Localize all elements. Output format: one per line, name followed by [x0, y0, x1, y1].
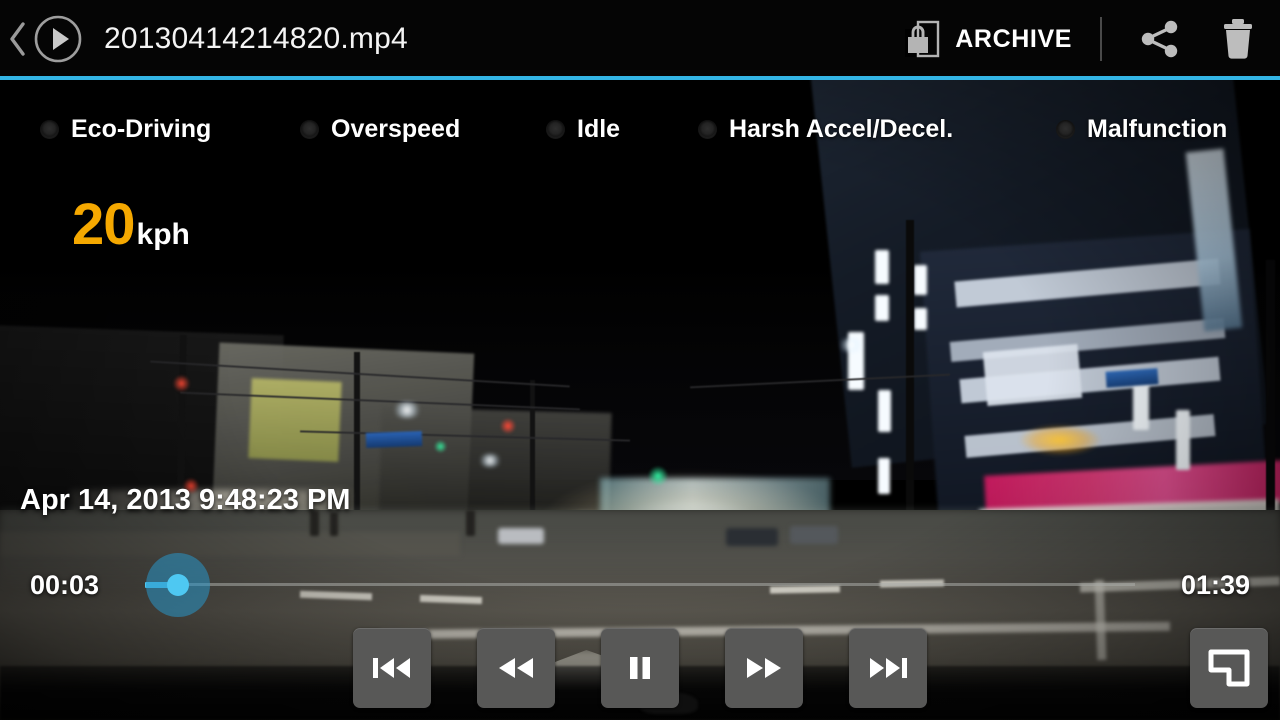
street-lamp [838, 338, 864, 352]
indicator-label: Malfunction [1087, 114, 1228, 143]
file-title: 20130414214820.mp4 [104, 22, 408, 55]
indicator-harsh-accel-decel[interactable]: Harsh Accel/Decel. [698, 108, 953, 150]
fast-forward-icon [747, 658, 781, 678]
rewind-button[interactable] [477, 628, 555, 708]
curb [0, 532, 460, 556]
parked-car [498, 528, 544, 544]
driving-status-indicators: Eco-Driving Overspeed Idle Harsh Accel/D… [0, 108, 1280, 150]
indicator-label: Harsh Accel/Decel. [729, 114, 954, 143]
billboard [248, 378, 342, 462]
share-icon [1141, 20, 1178, 58]
indicator-overspeed[interactable]: Overspeed [300, 108, 460, 150]
parked-car [790, 526, 838, 544]
window-light [878, 390, 891, 432]
skip-next-icon [870, 658, 907, 678]
fast-forward-button[interactable] [725, 628, 803, 708]
indicator-idle[interactable]: Idle [546, 108, 620, 150]
pause-icon [630, 657, 650, 679]
archive-button[interactable]: ARCHIVE [897, 0, 1076, 78]
led-icon [546, 119, 565, 139]
neon-logo-glow [1020, 425, 1100, 455]
toolbar-divider [1100, 17, 1102, 61]
trash-icon [1224, 19, 1252, 59]
seek-bar[interactable]: 00:03 01:39 [0, 553, 1280, 617]
traffic-light-green [648, 466, 668, 486]
led-icon [1056, 119, 1075, 139]
video-timestamp: Apr 14, 2013 9:48:23 PM [20, 484, 351, 516]
seek-track[interactable] [145, 583, 1135, 586]
speed-readout: 20 kph [72, 196, 190, 254]
street-lamp [392, 402, 422, 418]
title-bar-left: 20130414214820.mp4 [0, 0, 408, 78]
traffic-light-green [434, 440, 447, 453]
archive-label: ARCHIVE [955, 24, 1072, 53]
utility-pole [1266, 260, 1275, 540]
pause-button[interactable] [601, 628, 679, 708]
street-lamp [478, 454, 502, 467]
utility-pole [906, 220, 914, 540]
transport-controls [0, 628, 1280, 708]
pip-toggle-button[interactable] [1190, 628, 1268, 708]
indicator-label: Overspeed [331, 114, 461, 143]
parked-car [726, 528, 778, 546]
accent-rule [0, 76, 1280, 80]
window-light [875, 295, 889, 321]
indicator-eco-driving[interactable]: Eco-Driving [40, 108, 211, 150]
speed-value: 20 [72, 192, 136, 257]
traffic-light-red [173, 375, 190, 392]
share-button[interactable] [1124, 0, 1196, 78]
current-time-label: 00:03 [30, 570, 100, 600]
seek-thumb[interactable] [167, 574, 189, 596]
led-icon [300, 119, 319, 139]
traffic-light-red [500, 418, 516, 434]
skip-previous-icon [373, 658, 410, 678]
rewind-icon [499, 658, 533, 678]
storefront-sign [982, 343, 1083, 407]
window-light [1133, 380, 1149, 430]
skip-next-button[interactable] [849, 628, 927, 708]
delete-button[interactable] [1196, 0, 1280, 78]
total-time-label: 01:39 [1180, 570, 1250, 600]
window-light [914, 308, 927, 330]
indicator-malfunction[interactable]: Malfunction [1056, 108, 1227, 150]
led-icon [40, 119, 59, 139]
indicator-label: Idle [577, 114, 621, 143]
window-light [878, 458, 890, 494]
title-bar-actions: ARCHIVE [897, 0, 1280, 78]
video-surface[interactable] [0, 80, 1280, 720]
street-sign [365, 431, 423, 448]
lock-archive-icon [905, 19, 941, 59]
led-icon [698, 119, 717, 139]
skip-previous-button[interactable] [353, 628, 431, 708]
window-light [875, 250, 889, 284]
window-light [1176, 410, 1190, 470]
window-light [914, 265, 927, 295]
video-player-screen: 20130414214820.mp4 ARCHIVE Eco-Driving O… [0, 0, 1280, 720]
title-bar: 20130414214820.mp4 ARCHIVE [0, 0, 1280, 78]
back-chevron-icon[interactable] [0, 0, 34, 78]
pedestrian [466, 510, 475, 536]
play-circle-icon[interactable] [32, 13, 84, 65]
pip-icon [1208, 649, 1250, 687]
speed-unit: kph [136, 218, 190, 251]
indicator-label: Eco-Driving [71, 114, 212, 143]
